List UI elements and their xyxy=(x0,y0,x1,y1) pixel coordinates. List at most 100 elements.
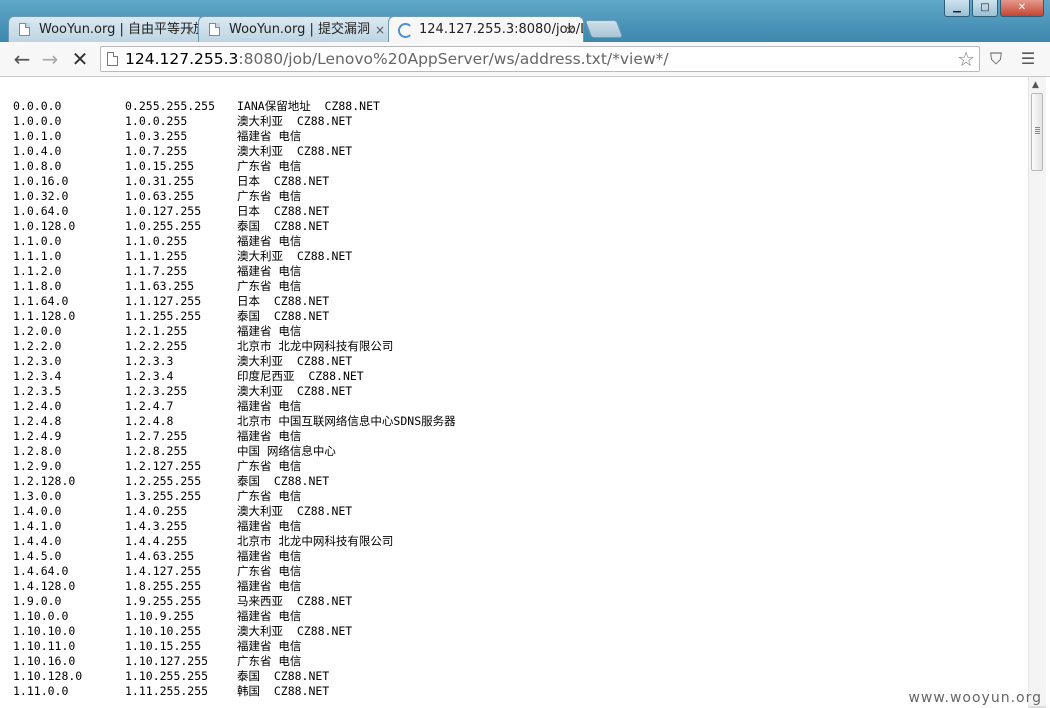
ip-end: 1.9.255.255 xyxy=(125,594,202,608)
list-item: 1.0.128.0 1.0.255.255 泰国 CZ88.NET xyxy=(13,219,456,234)
back-arrow-icon[interactable]: ← xyxy=(10,47,34,71)
list-item: 1.2.4.9 1.2.7.255 福建省 电信 xyxy=(13,429,456,444)
url-text[interactable]: 124.127.255.3:8080/job/Lenovo%20AppServe… xyxy=(125,50,669,68)
list-item: 1.0.1.0 1.0.3.255 福建省 电信 xyxy=(13,129,456,144)
list-item: 1.2.4.8 1.2.4.8 北京市 中国互联网络信息中心SDNS服务器 xyxy=(13,414,456,429)
ip-end: 1.2.7.255 xyxy=(125,429,188,443)
ip-end: 1.4.3.255 xyxy=(125,519,188,533)
tab-wooyun-submit[interactable]: WooYun.org | 提交漏洞 × xyxy=(198,16,394,42)
scroll-up-arrow-icon[interactable]: ▲ xyxy=(1032,80,1039,90)
ip-start: 1.4.128.0 xyxy=(13,579,76,593)
list-item: 1.4.0.0 1.4.0.255 澳大利亚 CZ88.NET xyxy=(13,504,456,519)
maximize-button[interactable]: □ xyxy=(972,0,998,17)
ip-start: 1.1.0.0 xyxy=(13,234,62,248)
ip-end: 0.255.255.255 xyxy=(125,99,216,113)
location: 福建省 电信 xyxy=(237,129,302,143)
address-list: 0.0.0.0 0.255.255.255 IANA保留地址 CZ88.NET 1.0… xyxy=(13,99,456,699)
ip-start: 1.0.64.0 xyxy=(13,204,69,218)
ip-end: 1.2.3.255 xyxy=(125,384,188,398)
list-item: 1.1.2.0 1.1.7.255 福建省 电信 xyxy=(13,264,456,279)
ip-end: 1.3.255.255 xyxy=(125,489,202,503)
location: 澳大利亚 CZ88.NET xyxy=(237,144,353,158)
tab-wooyun-home[interactable]: WooYun.org | 自由平等开放的漏洞报告平台 × xyxy=(8,16,204,42)
tab-close-icon[interactable]: × xyxy=(185,17,195,42)
list-item: 1.2.0.0 1.2.1.255 福建省 电信 xyxy=(13,324,456,339)
location: 澳大利亚 CZ88.NET xyxy=(237,354,353,368)
list-item: 0.0.0.0 0.255.255.255 IANA保留地址 CZ88.NET xyxy=(13,99,456,114)
list-item: 1.2.4.0 1.2.4.7 福建省 电信 xyxy=(13,399,456,414)
ip-end: 1.2.4.8 xyxy=(125,414,174,428)
bookmark-star-icon[interactable]: ☆ xyxy=(957,48,975,70)
list-item: 1.0.32.0 1.0.63.255 广东省 电信 xyxy=(13,189,456,204)
location: 广东省 电信 xyxy=(237,159,302,173)
list-item: 1.9.0.0 1.9.255.255 马来西亚 CZ88.NET xyxy=(13,594,456,609)
ip-end: 1.2.8.255 xyxy=(125,444,188,458)
location: 广东省 电信 xyxy=(237,279,302,293)
list-item: 1.2.3.4 1.2.3.4 印度尼西亚 CZ88.NET xyxy=(13,369,456,384)
close-window-button[interactable]: ✕ xyxy=(1000,0,1044,17)
ip-end: 1.0.3.255 xyxy=(125,129,188,143)
forward-arrow-icon[interactable]: → xyxy=(38,47,62,71)
ip-start: 1.2.9.0 xyxy=(13,459,62,473)
list-item: 1.2.2.0 1.2.2.255 北京市 北龙中网科技有限公司 xyxy=(13,339,456,354)
list-item: 1.0.8.0 1.0.15.255 广东省 电信 xyxy=(13,159,456,174)
address-bar[interactable]: 124.127.255.3:8080/job/Lenovo%20AppServe… xyxy=(100,46,980,72)
ip-start: 1.1.8.0 xyxy=(13,279,62,293)
ip-start: 1.0.1.0 xyxy=(13,129,62,143)
location: 日本 CZ88.NET xyxy=(237,174,330,188)
list-item: 1.1.8.0 1.1.63.255 广东省 电信 xyxy=(13,279,456,294)
ip-end: 1.4.0.255 xyxy=(125,504,188,518)
ip-start: 1.2.4.0 xyxy=(13,399,62,413)
minimize-button[interactable]: ▁ xyxy=(944,0,970,17)
location: 澳大利亚 CZ88.NET xyxy=(237,384,353,398)
list-item: 1.2.128.0 1.2.255.255 泰国 CZ88.NET xyxy=(13,474,456,489)
scrollbar-thumb[interactable] xyxy=(1031,93,1043,171)
location: 泰国 CZ88.NET xyxy=(237,219,330,233)
tab-address-txt[interactable]: 124.127.255.3:8080/job/Lenovo%20AppServe… xyxy=(388,16,584,42)
ip-start: 1.2.3.0 xyxy=(13,354,62,368)
list-item: 1.0.16.0 1.0.31.255 日本 CZ88.NET xyxy=(13,174,456,189)
ip-end: 1.0.7.255 xyxy=(125,144,188,158)
url-path: :8080/job/Lenovo%20AppServer/ws/address.… xyxy=(238,50,669,68)
vertical-scrollbar[interactable]: ▲ xyxy=(1028,77,1046,708)
location: 北京市 北龙中网科技有限公司 xyxy=(237,339,394,353)
ip-end: 1.0.255.255 xyxy=(125,219,202,233)
location: 广东省 电信 xyxy=(237,654,302,668)
stop-icon[interactable]: ✕ xyxy=(68,47,92,71)
list-item: 1.2.9.0 1.2.127.255 广东省 电信 xyxy=(13,459,456,474)
ip-end: 1.1.127.255 xyxy=(125,294,202,308)
page-content: 0.0.0.0 0.255.255.255 IANA保留地址 CZ88.NET 1.0… xyxy=(0,77,1030,708)
ip-start: 1.4.1.0 xyxy=(13,519,62,533)
extension-shield-icon[interactable]: ⛉ xyxy=(986,49,1006,69)
ip-start: 1.1.64.0 xyxy=(13,294,69,308)
url-host: 124.127.255.3 xyxy=(125,50,239,68)
list-item: 1.10.10.0 1.10.10.255 澳大利亚 CZ88.NET xyxy=(13,624,456,639)
location: 福建省 电信 xyxy=(237,429,302,443)
tab-title: WooYun.org | 提交漏洞 xyxy=(229,22,371,37)
location: 福建省 电信 xyxy=(237,234,302,248)
ip-start: 1.11.0.0 xyxy=(13,684,69,698)
location: 日本 CZ88.NET xyxy=(237,294,330,308)
ip-end: 1.0.31.255 xyxy=(125,174,195,188)
ip-start: 1.0.128.0 xyxy=(13,219,76,233)
ip-end: 1.2.4.7 xyxy=(125,399,174,413)
list-item: 1.2.3.0 1.2.3.3 澳大利亚 CZ88.NET xyxy=(13,354,456,369)
ip-end: 1.0.15.255 xyxy=(125,159,195,173)
ip-end: 1.10.9.255 xyxy=(125,609,195,623)
location: 澳大利亚 CZ88.NET xyxy=(237,504,353,518)
new-tab-button[interactable] xyxy=(584,20,624,38)
ip-end: 1.10.10.255 xyxy=(125,624,202,638)
location: 福建省 电信 xyxy=(237,579,302,593)
tab-close-icon[interactable]: × xyxy=(565,17,575,42)
ip-start: 1.1.128.0 xyxy=(13,309,76,323)
ip-end: 1.1.7.255 xyxy=(125,264,188,278)
window-titlebar: ▁ □ ✕ WooYun.org | 自由平等开放的漏洞报告平台 × WooYu… xyxy=(0,0,1050,42)
tab-close-icon[interactable]: × xyxy=(375,17,385,42)
ip-start: 1.4.0.0 xyxy=(13,504,62,518)
location: 印度尼西亚 CZ88.NET xyxy=(237,369,364,383)
ip-end: 1.10.127.255 xyxy=(125,654,209,668)
list-item: 1.10.0.0 1.10.9.255 福建省 电信 xyxy=(13,609,456,624)
menu-icon[interactable]: ☰ xyxy=(1018,49,1038,69)
ip-end: 1.0.0.255 xyxy=(125,114,188,128)
ip-end: 1.1.1.255 xyxy=(125,249,188,263)
